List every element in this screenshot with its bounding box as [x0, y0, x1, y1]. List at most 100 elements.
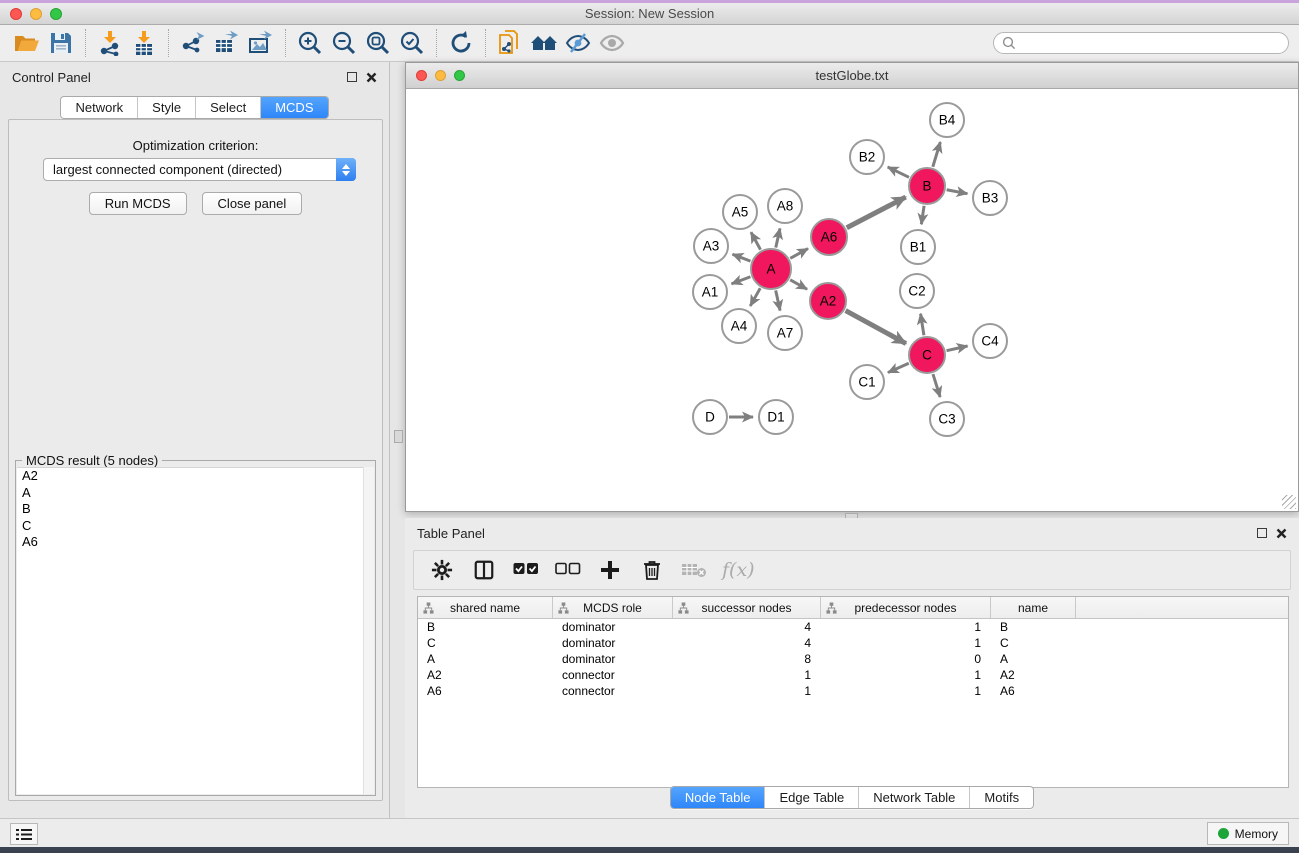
table-tab-edge-table[interactable]: Edge Table	[764, 787, 858, 808]
tab-select[interactable]: Select	[195, 97, 260, 118]
export-network-button[interactable]	[176, 28, 210, 58]
hide-selected-button[interactable]	[561, 28, 595, 58]
result-item[interactable]: A6	[17, 534, 374, 551]
delete-table-button[interactable]	[680, 555, 708, 585]
close-panel-button[interactable]: Close panel	[202, 192, 303, 215]
table-tab-network-table[interactable]: Network Table	[858, 787, 969, 808]
save-session-button[interactable]	[44, 28, 78, 58]
graph-edge[interactable]	[947, 190, 968, 194]
window-resize-grip[interactable]	[1282, 495, 1296, 509]
import-table-button[interactable]	[127, 28, 161, 58]
graph-edge[interactable]	[732, 254, 750, 261]
float-panel-icon[interactable]	[347, 72, 357, 82]
table-row[interactable]: Bdominator41B	[418, 619, 1288, 635]
graph-edge[interactable]	[921, 314, 924, 336]
network-close-button[interactable]	[416, 70, 427, 81]
graph-edge[interactable]	[846, 311, 906, 344]
open-session-button[interactable]	[10, 28, 44, 58]
deselect-all-button[interactable]	[554, 555, 582, 585]
table-row[interactable]: A6connector11A6	[418, 683, 1288, 699]
column-header[interactable]: shared name	[418, 597, 553, 618]
zoom-selected-button[interactable]	[395, 28, 429, 58]
graph-edge[interactable]	[847, 197, 906, 228]
table-panel-header: Table Panel	[405, 518, 1299, 548]
graph-edge[interactable]	[933, 142, 941, 167]
result-item[interactable]: C	[17, 518, 374, 535]
network-zoom-button[interactable]	[454, 70, 465, 81]
zoom-out-button[interactable]	[327, 28, 361, 58]
result-item[interactable]: A2	[17, 468, 374, 485]
network-minimize-button[interactable]	[435, 70, 446, 81]
table-cell: A	[991, 652, 1076, 666]
table-tab-node-table[interactable]: Node Table	[671, 787, 765, 808]
delete-row-button[interactable]	[638, 555, 666, 585]
float-table-panel-icon[interactable]	[1257, 528, 1267, 538]
tab-network[interactable]: Network	[61, 97, 137, 118]
column-header[interactable]: name	[991, 597, 1076, 618]
show-hidden-button[interactable]	[595, 28, 629, 58]
show-all-button[interactable]	[527, 28, 561, 58]
column-header[interactable]: MCDS role	[553, 597, 673, 618]
criterion-dropdown[interactable]: largest connected component (directed)	[43, 158, 356, 181]
toolbar-separator	[436, 29, 437, 57]
graph-edge[interactable]	[790, 249, 808, 259]
close-table-panel-icon[interactable]	[1276, 528, 1287, 539]
table-cell: 4	[673, 620, 821, 634]
zoom-in-button[interactable]	[293, 28, 327, 58]
result-item[interactable]: A	[17, 485, 374, 502]
import-network-icon	[97, 30, 123, 56]
result-scrollbar[interactable]	[363, 467, 374, 794]
zoom-fit-button[interactable]	[361, 28, 395, 58]
close-window-button[interactable]	[10, 8, 22, 20]
tab-mcds[interactable]: MCDS	[260, 97, 327, 118]
apply-layout-button[interactable]	[444, 28, 478, 58]
dropdown-stepper-icon	[336, 158, 356, 181]
graph-edge[interactable]	[888, 363, 909, 372]
show-columns-button[interactable]	[470, 555, 498, 585]
result-item[interactable]: B	[17, 501, 374, 518]
export-table-icon	[213, 30, 241, 56]
search-field[interactable]	[993, 32, 1289, 54]
graph-edge[interactable]	[921, 206, 924, 224]
table-tab-motifs[interactable]: Motifs	[969, 787, 1033, 808]
memory-button[interactable]: Memory	[1207, 822, 1289, 845]
network-graph[interactable]: B4B2BB3A8A5A6A3B1AA1C2A2A4A7C4CC1C3DD1	[406, 89, 1296, 509]
export-image-button[interactable]	[244, 28, 278, 58]
graph-edge[interactable]	[776, 290, 780, 310]
graph-edge[interactable]	[888, 167, 909, 177]
add-row-button[interactable]	[596, 555, 624, 585]
function-builder-button[interactable]: f(x)	[722, 559, 755, 581]
network-window-titlebar[interactable]: testGlobe.txt	[406, 63, 1298, 89]
graph-edge[interactable]	[750, 288, 760, 306]
zoom-window-button[interactable]	[50, 8, 62, 20]
graph-edge[interactable]	[933, 374, 940, 397]
run-mcds-button[interactable]: Run MCDS	[89, 192, 187, 215]
node-table: shared nameMCDS rolesuccessor nodesprede…	[417, 596, 1289, 788]
graph-edge[interactable]	[776, 228, 780, 247]
network-canvas[interactable]: B4B2BB3A8A5A6A3B1AA1C2A2A4A7C4CC1C3DD1	[406, 89, 1298, 511]
column-header[interactable]: successor nodes	[673, 597, 821, 618]
table-row[interactable]: Cdominator41C	[418, 635, 1288, 651]
select-all-button[interactable]	[512, 555, 540, 585]
vertical-splitter-handle[interactable]	[394, 430, 403, 443]
import-network-button[interactable]	[93, 28, 127, 58]
tab-style[interactable]: Style	[137, 97, 195, 118]
table-cell: 1	[821, 684, 991, 698]
table-row[interactable]: A2connector11A2	[418, 667, 1288, 683]
table-settings-button[interactable]	[428, 555, 456, 585]
network-window-controls	[416, 70, 465, 81]
graph-edge[interactable]	[732, 277, 751, 284]
table-row[interactable]: Adominator80A	[418, 651, 1288, 667]
search-input[interactable]	[1016, 36, 1280, 50]
export-table-button[interactable]	[210, 28, 244, 58]
new-network-from-selection-button[interactable]	[493, 28, 527, 58]
control-panel-header: Control Panel	[0, 62, 389, 92]
graph-edge[interactable]	[947, 346, 968, 351]
graph-edge[interactable]	[751, 232, 761, 249]
zoom-fit-icon	[365, 30, 391, 56]
graph-edge[interactable]	[790, 280, 807, 289]
close-panel-icon[interactable]	[366, 72, 377, 83]
minimize-window-button[interactable]	[30, 8, 42, 20]
task-history-button[interactable]	[10, 823, 38, 845]
column-header[interactable]: predecessor nodes	[821, 597, 991, 618]
